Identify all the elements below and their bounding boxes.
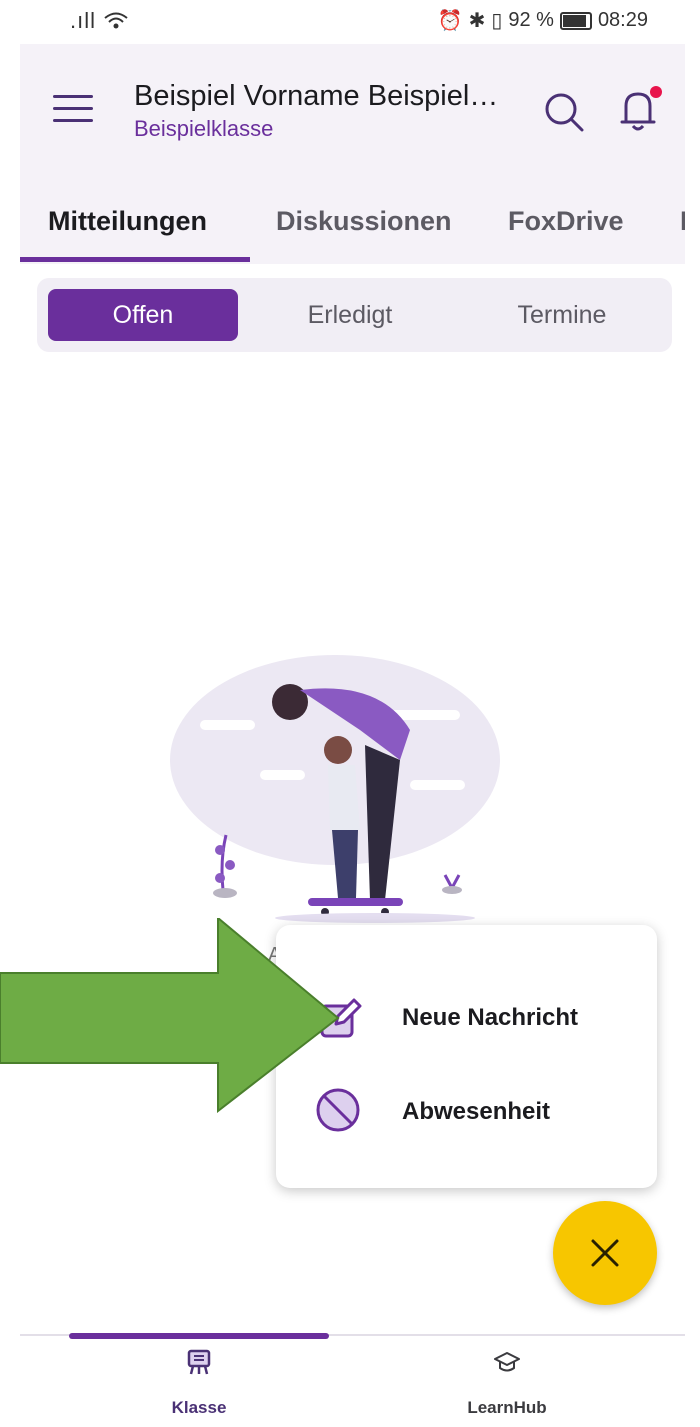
menu-item-label: Neue Nachricht [402,1004,579,1031]
wifi-icon [104,12,128,29]
battery-icon [559,11,592,30]
search-button[interactable] [542,90,586,134]
filter-erledigt[interactable]: Erledigt [255,289,445,341]
nav-active-indicator [69,1333,329,1339]
nav-learnhub[interactable]: LearnHub [407,1348,607,1425]
signal-wifi-indicator: .ıll [70,8,129,34]
menu-item-label: Abwesenheit [402,1098,551,1125]
menu-icon-line [53,107,93,110]
filter-offen[interactable]: Offen [48,289,238,341]
signal-icon: .ıll [70,8,96,33]
tab-mitteilungen[interactable]: Mitteilungen [48,206,207,237]
bluetooth-icon: ✱ [468,10,486,32]
nav-label: Klasse [171,1398,227,1417]
close-icon [591,1239,619,1267]
empty-state-illustration [170,655,500,923]
tab-foxdrive[interactable]: FoxDrive [508,206,624,237]
nav-klasse[interactable]: Klasse [99,1348,299,1425]
tab-bar: Mitteilungen Diskussionen FoxDrive F [20,176,685,264]
close-fab[interactable] [553,1201,657,1305]
filter-termine[interactable]: Termine [467,289,657,341]
notification-dot [650,86,662,98]
menu-icon-line [53,119,93,122]
graduation-cap-icon [494,1352,520,1372]
page-title: Beispiel Vorname Beispiel… [134,80,499,112]
nav-label: LearnHub [467,1398,547,1417]
annotation-arrow [0,918,340,1113]
vibrate-icon: ▯ [491,10,503,32]
status-right: ⏰ ✱ ▯ 92 % 08:29 [438,8,648,33]
bell-icon [620,86,662,131]
menu-button[interactable] [53,95,93,125]
search-icon [545,93,584,132]
tab-indicator [20,257,250,262]
menu-icon [53,95,93,98]
class-subtitle: Beispielklasse [134,116,274,141]
clock: 08:29 [597,9,648,31]
notifications-button[interactable] [616,86,666,134]
classroom-icon [187,1349,211,1375]
battery-percent: 92 % [508,9,554,31]
tab-more[interactable]: F [680,206,685,237]
alarm-icon: ⏰ [437,10,463,32]
tab-diskussionen[interactable]: Diskussionen [276,206,452,237]
